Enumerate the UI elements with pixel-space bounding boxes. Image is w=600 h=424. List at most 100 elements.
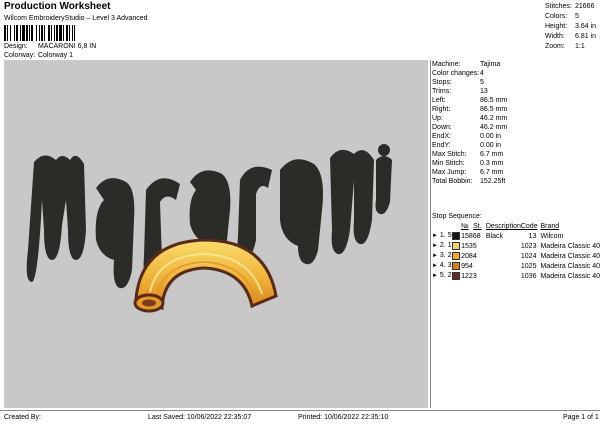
summary-key: Height: — [545, 23, 568, 30]
info-row: Left: 86.5 mm — [432, 96, 598, 105]
summary-key: Stitches: — [545, 3, 572, 10]
stop-row-brand: Madeira Classic 40 — [540, 262, 600, 270]
summary-row: Colors: 5 — [545, 12, 596, 22]
info-value: 86.5 mm — [480, 97, 508, 104]
summary-panel: Stitches: 21666 Colors: 5 Height: 3.64 in W… — [545, 2, 596, 52]
color-swatch — [452, 261, 461, 270]
stop-row: ► 5. 2 1223 1036 Madeira Classic 40 — [432, 271, 600, 281]
stop-table-body: ► 1. 5 15868 Black 13 Wilcom ► 2. 1 1535 1023 Ma… — [432, 231, 600, 281]
col-header-description: Description — [485, 223, 521, 230]
stop-row: ► 2. 1 1535 1023 Madeira Classic 40 — [432, 241, 600, 251]
info-value: 46.2 mm — [480, 115, 508, 122]
stop-row-index: ► 1. 5 — [432, 232, 452, 239]
stop-row-stitches: 954 — [461, 262, 473, 270]
software-subtitle: Wilcom EmbroideryStudio – Level 3 Advanc… — [4, 15, 148, 22]
info-key: Right: — [432, 106, 451, 113]
info-value: 13 — [480, 88, 488, 95]
info-key: Machine: — [432, 61, 461, 68]
summary-row: Width: 6.81 in — [545, 32, 596, 42]
summary-value: 5 — [575, 13, 579, 20]
info-key: Trims: — [432, 88, 452, 95]
info-key: Up: — [432, 115, 443, 122]
col-header-index — [432, 222, 452, 231]
info-value: 6.7 mm — [480, 169, 504, 176]
design-label: Design: — [4, 43, 28, 50]
info-key: Color changes: — [432, 70, 480, 77]
stop-row-description — [486, 241, 521, 251]
summary-value: 21666 — [575, 3, 595, 10]
info-row: Down: 46.2 mm — [432, 123, 598, 132]
summary-row: Height: 3.64 in — [545, 22, 596, 32]
footer-printed: Printed: 10/06/2022 22:35:10 — [298, 414, 389, 421]
stop-row-brand: Wilcom — [540, 232, 564, 240]
info-key: Stops: — [432, 79, 452, 86]
stop-row-swatch — [452, 231, 461, 241]
info-value: 0.00 in — [480, 142, 502, 149]
summary-value: 6.81 in — [575, 33, 597, 40]
summary-row: Zoom: 1:1 — [545, 42, 596, 52]
info-key: Total Bobbin: — [432, 178, 473, 185]
summary-row: Stitches: 21666 — [545, 2, 596, 12]
stop-row-description — [486, 271, 521, 281]
divider-vertical — [430, 60, 431, 408]
stop-row-code: 1025 — [520, 262, 537, 270]
stop-row-stitches: 1223 — [461, 272, 477, 280]
info-key: Min Stitch: — [432, 160, 465, 167]
color-swatch — [452, 241, 461, 250]
col-header-number: № — [461, 223, 469, 230]
info-key: Max Stitch: — [432, 151, 467, 158]
info-value: 86.5 mm — [480, 106, 508, 113]
stop-row-code: 1023 — [520, 242, 537, 250]
arrow-right-icon: ► — [432, 263, 438, 269]
info-row: Up: 46.2 mm — [432, 114, 598, 123]
page-title: Production Worksheet — [4, 1, 111, 12]
summary-key: Zoom: — [545, 43, 565, 50]
stop-row-brand: Madeira Classic 40 — [540, 252, 600, 260]
info-row: Total Bobbin: 152.25ft — [432, 177, 598, 186]
stop-row-brand: Madeira Classic 40 — [540, 272, 600, 280]
stop-row-index: ► 2. 1 — [432, 242, 452, 249]
col-header-swatch — [452, 222, 461, 231]
footer-created-by: Created By: — [4, 414, 41, 421]
design-preview-canvas — [4, 60, 428, 408]
stop-row: ► 1. 5 15868 Black 13 Wilcom — [432, 231, 600, 241]
arrow-right-icon: ► — [432, 253, 438, 259]
info-key: Max Jump: — [432, 169, 467, 176]
stop-row-description — [486, 261, 521, 271]
info-value: 0.3 mm — [480, 160, 504, 167]
stop-sequence-heading: Stop Sequence: — [432, 213, 482, 220]
info-key: EndY: — [432, 142, 451, 149]
footer-divider — [0, 410, 600, 411]
stop-row-index: ► 3. 2 — [432, 252, 452, 259]
info-value: 6.7 mm — [480, 151, 504, 158]
machine-info-panel: Machine: Tajima Color changes:4 Stops: 5 T… — [432, 60, 598, 186]
info-row: Trims: 13 — [432, 87, 598, 96]
arrow-right-icon: ► — [432, 273, 438, 279]
color-swatch — [452, 271, 461, 280]
arrow-right-icon: ► — [432, 243, 438, 249]
info-row: Machine: Tajima — [432, 60, 598, 69]
summary-key: Width: — [545, 33, 565, 40]
summary-value: 1:1 — [575, 43, 585, 50]
info-row: Min Stitch: 0.3 mm — [432, 159, 598, 168]
info-value: 4 — [480, 70, 484, 77]
info-row: EndY: 0.00 in — [432, 141, 598, 150]
colorway-row: Colorway: Colorway 1 — [4, 51, 73, 60]
summary-key: Colors: — [545, 13, 568, 20]
col-header-brand: Brand — [540, 223, 560, 230]
info-row: EndX: 0.00 in — [432, 132, 598, 141]
info-value: Tajima — [480, 61, 501, 68]
stop-row-swatch — [452, 241, 461, 251]
stop-row-code: 1036 — [520, 272, 537, 280]
footer-last-saved: Last Saved: 10/06/2022 22:35:07 — [148, 414, 252, 421]
info-key: EndX: — [432, 133, 452, 140]
stop-sequence-table: № St. Description Code Brand ► 1. 5 15868… — [432, 222, 600, 281]
col-header-stitches: St. — [473, 223, 482, 230]
stop-row-description: Black — [485, 232, 503, 240]
info-row: Stops: 5 — [432, 78, 598, 87]
stop-row-code: 13 — [528, 232, 537, 240]
stop-row-swatch — [452, 271, 461, 281]
info-row: Color changes:4 — [432, 69, 598, 78]
design-value: MACARONI 6,8 IN — [37, 43, 97, 50]
stop-row-description — [486, 251, 521, 261]
